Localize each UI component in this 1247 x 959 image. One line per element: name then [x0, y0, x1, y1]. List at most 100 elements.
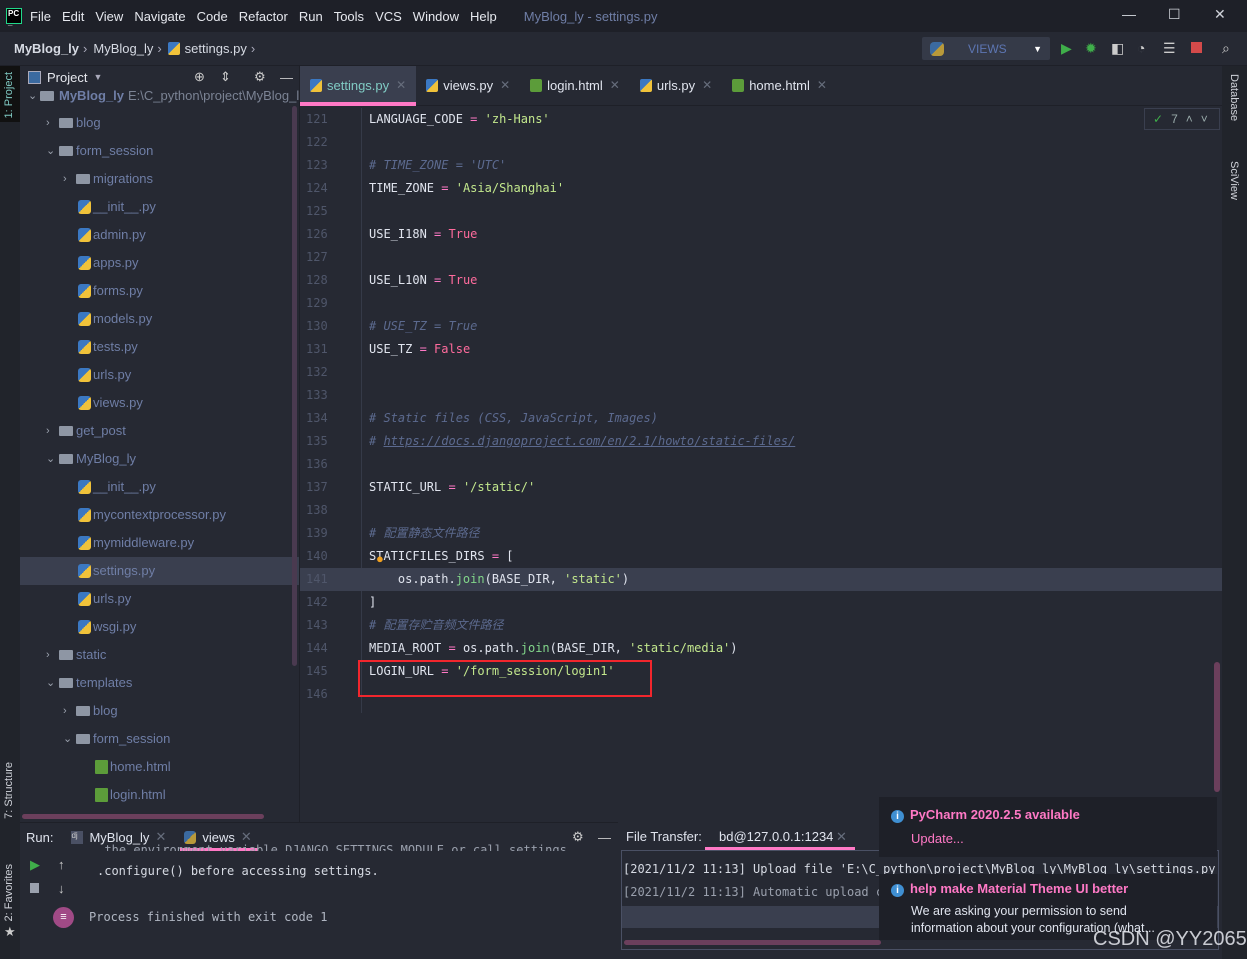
tree-item[interactable]: __init__.py — [20, 193, 299, 221]
search-icon[interactable]: ⌕ — [1222, 40, 1230, 57]
menu-navigate[interactable]: Navigate — [134, 9, 185, 24]
breadcrumb-package[interactable]: MyBlog_ly — [93, 41, 153, 56]
close-icon[interactable]: ✕ — [610, 78, 620, 92]
tree-item[interactable]: › static — [20, 641, 299, 669]
menu-code[interactable]: Code — [197, 9, 228, 24]
chevron-right-icon[interactable]: › — [63, 165, 67, 193]
hide-icon[interactable]: — — [598, 830, 611, 845]
tree-item[interactable]: ⌄ MyBlog_ly — [20, 445, 299, 473]
horizontal-scrollbar[interactable] — [624, 940, 881, 945]
next-icon[interactable]: ˅ — [1201, 112, 1208, 126]
editor-tab[interactable]: home.html ✕ — [722, 66, 837, 104]
tree-item[interactable]: admin.py — [20, 221, 299, 249]
tree-item[interactable]: apps.py — [20, 249, 299, 277]
tree-item[interactable]: views.py — [20, 389, 299, 417]
tool-project-label[interactable]: 1: Project — [3, 72, 15, 118]
editor-tab[interactable]: settings.py ✕ — [300, 66, 417, 106]
lightbulb-icon[interactable]: ● — [376, 551, 384, 566]
chevron-down-icon[interactable]: ⌄ — [46, 445, 55, 473]
stop-icon[interactable] — [1191, 42, 1202, 53]
tree-item[interactable]: urls.py — [20, 585, 299, 613]
menu-help[interactable]: Help — [470, 9, 497, 24]
debug-icon[interactable]: ✹ — [1085, 40, 1097, 57]
close-icon[interactable]: ✕ — [817, 78, 827, 92]
tree-item[interactable]: tests.py — [20, 333, 299, 361]
tree-item[interactable]: mycontextprocessor.py — [20, 501, 299, 529]
tree-item[interactable]: › migrations — [20, 165, 299, 193]
minimize-button[interactable]: — — [1122, 6, 1136, 22]
code-line: 134 # Static files (CSS, JavaScript, Imag… — [300, 407, 1222, 430]
tree-item[interactable]: › get_post — [20, 417, 299, 445]
chevron-down-icon[interactable]: ⌄ — [46, 137, 55, 165]
tree-root[interactable]: ⌄ MyBlog_ly E:\C_python\project\MyBlog_l — [20, 82, 299, 110]
tree-item[interactable]: login.html — [20, 781, 299, 809]
editor-scrollbar[interactable] — [1214, 662, 1220, 792]
menu-edit[interactable]: Edit — [62, 9, 84, 24]
menu-window[interactable]: Window — [413, 9, 459, 24]
editor-tab[interactable]: urls.py ✕ — [630, 66, 722, 104]
horizontal-scrollbar[interactable] — [22, 814, 264, 819]
tree-item[interactable]: › blog — [20, 697, 299, 725]
tree-item[interactable]: ⌄ form_session — [20, 137, 299, 165]
tree-item[interactable]: settings.py — [20, 557, 299, 585]
editor-tab[interactable]: login.html ✕ — [520, 66, 630, 104]
chevron-down-icon[interactable]: ⌄ — [63, 725, 72, 753]
tree-item[interactable]: models.py — [20, 305, 299, 333]
chevron-right-icon[interactable]: › — [46, 109, 50, 137]
tree-item[interactable]: wsgi.py — [20, 613, 299, 641]
menu-tools[interactable]: Tools — [334, 9, 364, 24]
inspection-widget[interactable]: ✓ 7 ˄ ˅ — [1144, 108, 1220, 130]
chevron-right-icon[interactable]: › — [63, 697, 67, 725]
tree-item[interactable]: __init__.py — [20, 473, 299, 501]
line-number: 142 — [306, 595, 328, 609]
previous-icon[interactable]: ˄ — [1186, 112, 1193, 126]
code-line: 133 — [300, 384, 1222, 407]
tool-database-label[interactable]: Database — [1228, 74, 1240, 121]
up-arrow-icon[interactable]: ↑ — [58, 857, 65, 872]
menu-vcs[interactable]: VCS — [375, 9, 402, 24]
tool-sciview-label[interactable]: SciView — [1228, 161, 1240, 200]
close-icon[interactable]: ✕ — [396, 78, 406, 92]
chevron-down-icon[interactable]: ▼ — [93, 72, 102, 82]
tree-item[interactable]: › blog — [20, 109, 299, 137]
chevron-down-icon[interactable]: ⌄ — [46, 669, 55, 697]
close-icon[interactable]: ✕ — [702, 78, 712, 92]
code-token: STATIC_URL — [369, 480, 449, 494]
close-icon[interactable]: ✕ — [836, 829, 847, 845]
file-transfer-tab[interactable]: bd@127.0.0.1:1234 — [719, 829, 833, 844]
chevron-right-icon[interactable]: › — [46, 641, 50, 669]
chevron-right-icon[interactable]: › — [46, 417, 50, 445]
maximize-button[interactable]: ☐ — [1168, 6, 1181, 23]
soft-wrap-icon[interactable]: ≡ — [53, 907, 74, 928]
menu-refactor[interactable]: Refactor — [239, 9, 288, 24]
tree-item[interactable]: ⌄ form_session — [20, 725, 299, 753]
tree-item[interactable]: mymiddleware.py — [20, 529, 299, 557]
breadcrumb-project[interactable]: MyBlog_ly — [14, 41, 79, 56]
tool-favorites-label[interactable]: 2: Favorites — [3, 864, 15, 921]
editor-tab[interactable]: views.py ✕ — [416, 66, 520, 104]
tool-structure-label[interactable]: 7: Structure — [3, 762, 15, 819]
breadcrumb-file[interactable]: settings.py — [185, 41, 247, 56]
tree-item[interactable]: urls.py — [20, 361, 299, 389]
tree-item[interactable]: ⌄ templates — [20, 669, 299, 697]
rerun-icon[interactable]: ▶ — [30, 857, 40, 873]
tree-item-label: migrations — [93, 171, 153, 186]
close-icon[interactable]: ✕ — [500, 78, 510, 92]
coverage-icon[interactable]: ◧ — [1111, 40, 1124, 57]
tree-item[interactable]: home.html — [20, 753, 299, 781]
run-icon[interactable]: ▶ — [1061, 40, 1072, 57]
close-button[interactable]: ✕ — [1214, 6, 1226, 23]
menu-run[interactable]: Run — [299, 9, 323, 24]
down-arrow-icon[interactable]: ↓ — [58, 881, 65, 896]
tree-item[interactable]: forms.py — [20, 277, 299, 305]
concurrency-icon[interactable]: ☰ — [1163, 40, 1176, 57]
update-link[interactable]: Update... — [911, 831, 1217, 846]
profile-icon[interactable]: ◔ — [1137, 40, 1145, 56]
menu-file[interactable]: File — [30, 9, 51, 24]
menu-view[interactable]: View — [95, 9, 123, 24]
gear-icon[interactable]: ⚙ — [572, 829, 584, 845]
stop-icon[interactable] — [30, 883, 39, 893]
run-configuration-select[interactable]: VIEWS ▼ — [922, 37, 1050, 60]
vertical-scrollbar[interactable] — [292, 106, 297, 666]
code-editor[interactable]: 121 LANGUAGE_CODE = 'zh-Hans' 122 123 # TIME… — [300, 108, 1222, 713]
